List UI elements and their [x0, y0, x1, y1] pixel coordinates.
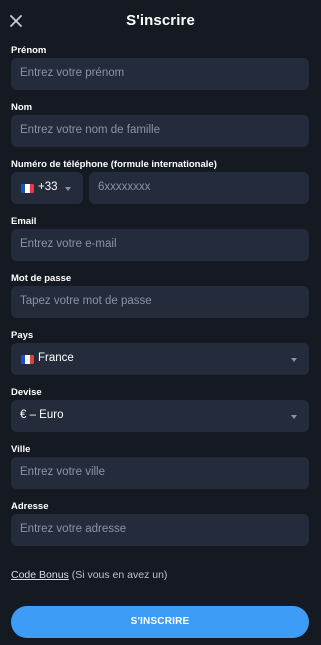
page-title: S'inscrire [126, 12, 195, 29]
phone-input[interactable]: 6xxxxxxxx [89, 172, 309, 204]
france-flag-icon [21, 184, 34, 193]
password-field[interactable]: Tapez votre mot de passe [11, 286, 309, 318]
city-label: Ville [11, 444, 31, 455]
last-name-field[interactable]: Entrez votre nom de famille [11, 115, 309, 147]
bonus-code-link[interactable]: Code Bonus [11, 569, 69, 581]
chevron-down-icon [291, 358, 297, 362]
modal-header: S'inscrire [0, 0, 321, 44]
city-field[interactable]: Entrez votre ville [11, 457, 309, 489]
register-button[interactable]: S'INSCRIRE [11, 606, 309, 638]
country-code-value: +33 [38, 181, 58, 193]
last-name-label: Nom [11, 102, 33, 113]
country-select[interactable]: France [11, 343, 309, 375]
currency-value: € – Euro [20, 409, 64, 421]
last-name-placeholder: Entrez votre nom de famille [20, 124, 160, 136]
country-value: France [38, 352, 74, 364]
address-field[interactable]: Entrez votre adresse [11, 514, 309, 546]
address-label: Adresse [11, 501, 49, 512]
currency-select[interactable]: € – Euro [11, 400, 309, 432]
first-name-label: Prénom [11, 45, 47, 56]
phone-placeholder: 6xxxxxxxx [98, 181, 151, 193]
email-placeholder: Entrez votre e-mail [20, 238, 117, 250]
first-name-placeholder: Entrez votre prénom [20, 67, 125, 79]
phone-label: Numéro de téléphone (formule internation… [11, 159, 217, 170]
chevron-down-icon [65, 187, 71, 191]
password-placeholder: Tapez votre mot de passe [20, 295, 152, 307]
country-code-select[interactable]: +33 [11, 172, 83, 204]
city-placeholder: Entrez votre ville [20, 466, 106, 478]
address-placeholder: Entrez votre adresse [20, 523, 127, 535]
chevron-down-icon [291, 415, 297, 419]
first-name-field[interactable]: Entrez votre prénom [11, 58, 309, 90]
email-field[interactable]: Entrez votre e-mail [11, 229, 309, 261]
email-label: Email [11, 216, 37, 227]
france-flag-icon [21, 355, 34, 364]
bonus-code-row: Code Bonus (Si vous en avez un) [11, 569, 167, 581]
country-label: Pays [11, 330, 34, 341]
bonus-code-note: (Si vous en avez un) [68, 569, 168, 581]
password-label: Mot de passe [11, 273, 72, 284]
currency-label: Devise [11, 387, 42, 398]
